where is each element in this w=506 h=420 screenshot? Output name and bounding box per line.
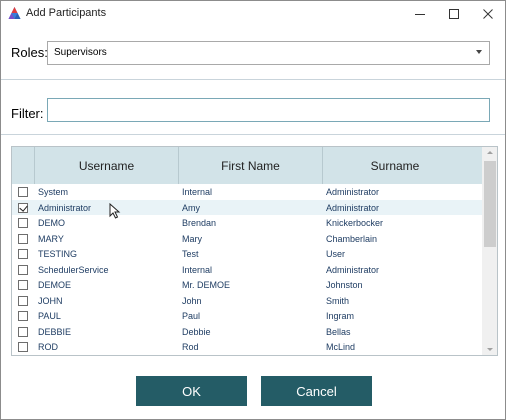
- minimize-button[interactable]: [403, 1, 437, 26]
- cell-first-name: Internal: [182, 187, 213, 197]
- cell-surname: McLind: [326, 342, 356, 352]
- cell-surname: Administrator: [326, 264, 380, 275]
- minimize-icon: [415, 13, 425, 15]
- cell-username: ROD: [38, 342, 58, 352]
- cell-username: MARY: [38, 233, 64, 244]
- roles-selected-value: Supervisors: [54, 47, 107, 58]
- divider: [1, 134, 505, 135]
- mouse-pointer-icon: [109, 203, 121, 219]
- table-row[interactable]: MARY Mary Chamberlain: [12, 231, 482, 247]
- window-title: Add Participants: [26, 7, 107, 19]
- row-checkbox[interactable]: [18, 342, 28, 352]
- scroll-thumb[interactable]: [484, 161, 496, 247]
- add-participants-dialog: Add Participants Roles: Supervisors Filt…: [0, 0, 506, 420]
- cell-first-name: Paul: [182, 311, 201, 321]
- row-checkbox[interactable]: [18, 202, 28, 213]
- cell-first-name: Test: [182, 249, 199, 259]
- roles-dropdown[interactable]: Supervisors: [47, 41, 490, 65]
- table-row[interactable]: System Internal Administrator: [12, 184, 482, 200]
- maximize-icon: [449, 8, 459, 19]
- row-checkbox[interactable]: [18, 326, 28, 337]
- cancel-button[interactable]: Cancel: [261, 376, 372, 406]
- app-logo-icon: [8, 7, 21, 19]
- row-checkbox[interactable]: [18, 295, 28, 306]
- table-row[interactable]: DEMOE Mr. DEMOE Johnston: [12, 277, 482, 293]
- cell-username: DEMO: [38, 218, 65, 228]
- table-row[interactable]: PAUL Paul Ingram: [12, 308, 482, 324]
- participants-grid[interactable]: Username First Name Surname System Intern…: [11, 146, 498, 356]
- cell-username: DEBBIE: [38, 326, 72, 337]
- cell-surname: Ingram: [326, 311, 355, 321]
- cell-surname: Bellas: [326, 326, 351, 337]
- cell-surname: Smith: [326, 295, 350, 306]
- grid-header: Username First Name Surname: [12, 147, 482, 184]
- row-checkbox[interactable]: [18, 187, 28, 197]
- table-row[interactable]: Administrator Amy Administrator: [12, 199, 482, 215]
- cell-username: Administrator: [38, 202, 92, 213]
- cell-first-name: Rod: [182, 342, 199, 352]
- header-username[interactable]: Username: [35, 147, 179, 184]
- vertical-scrollbar[interactable]: [482, 147, 497, 355]
- cell-first-name: Internal: [182, 264, 213, 275]
- header-checkbox-column: [12, 147, 35, 184]
- cell-surname: Chamberlain: [326, 233, 378, 244]
- header-first-name[interactable]: First Name: [179, 147, 323, 184]
- divider: [1, 79, 505, 80]
- row-checkbox[interactable]: [18, 249, 28, 259]
- maximize-button[interactable]: [437, 1, 471, 26]
- row-checkbox[interactable]: [18, 311, 28, 321]
- cell-surname: Administrator: [326, 202, 380, 213]
- cell-first-name: Mary: [182, 233, 202, 244]
- cell-username: TESTING: [38, 249, 78, 259]
- ok-button[interactable]: OK: [136, 376, 247, 406]
- cell-first-name: John: [182, 295, 202, 306]
- row-checkbox[interactable]: [18, 218, 28, 228]
- roles-label: Roles:: [11, 45, 48, 60]
- cell-username: JOHN: [38, 295, 63, 306]
- table-row[interactable]: ROD Rod McLind: [12, 339, 482, 355]
- cell-username: PAUL: [38, 311, 61, 321]
- cell-surname: Knickerbocker: [326, 218, 384, 228]
- row-checkbox[interactable]: [18, 264, 28, 275]
- scroll-up-icon[interactable]: [487, 151, 493, 154]
- cell-first-name: Debbie: [182, 326, 211, 337]
- cell-username: DEMOE: [38, 280, 72, 290]
- chevron-down-icon: [476, 50, 482, 54]
- row-checkbox[interactable]: [18, 233, 28, 244]
- header-surname[interactable]: Surname: [323, 147, 467, 184]
- cell-first-name: Amy: [182, 202, 200, 213]
- cell-first-name: Mr. DEMOE: [182, 280, 231, 290]
- close-icon: [483, 8, 493, 19]
- table-row[interactable]: DEMO Brendan Knickerbocker: [12, 215, 482, 231]
- cell-username: SchedulerService: [38, 264, 109, 275]
- cell-surname: User: [326, 249, 346, 259]
- close-button[interactable]: [471, 1, 505, 26]
- cell-first-name: Brendan: [182, 218, 217, 228]
- table-row[interactable]: JOHN John Smith: [12, 293, 482, 309]
- title-bar[interactable]: Add Participants: [1, 1, 505, 26]
- cell-surname: Johnston: [326, 280, 363, 290]
- cell-surname: Administrator: [326, 187, 380, 197]
- table-row[interactable]: SchedulerService Internal Administrator: [12, 262, 482, 278]
- cell-username: System: [38, 187, 69, 197]
- filter-label: Filter:: [11, 106, 44, 121]
- row-checkbox[interactable]: [18, 280, 28, 290]
- table-row[interactable]: DEBBIE Debbie Bellas: [12, 324, 482, 340]
- table-row[interactable]: TESTING Test User: [12, 246, 482, 262]
- filter-input[interactable]: [47, 98, 490, 122]
- scroll-down-icon[interactable]: [487, 348, 493, 351]
- grid-rows: System Internal Administrator Administrator…: [12, 184, 482, 355]
